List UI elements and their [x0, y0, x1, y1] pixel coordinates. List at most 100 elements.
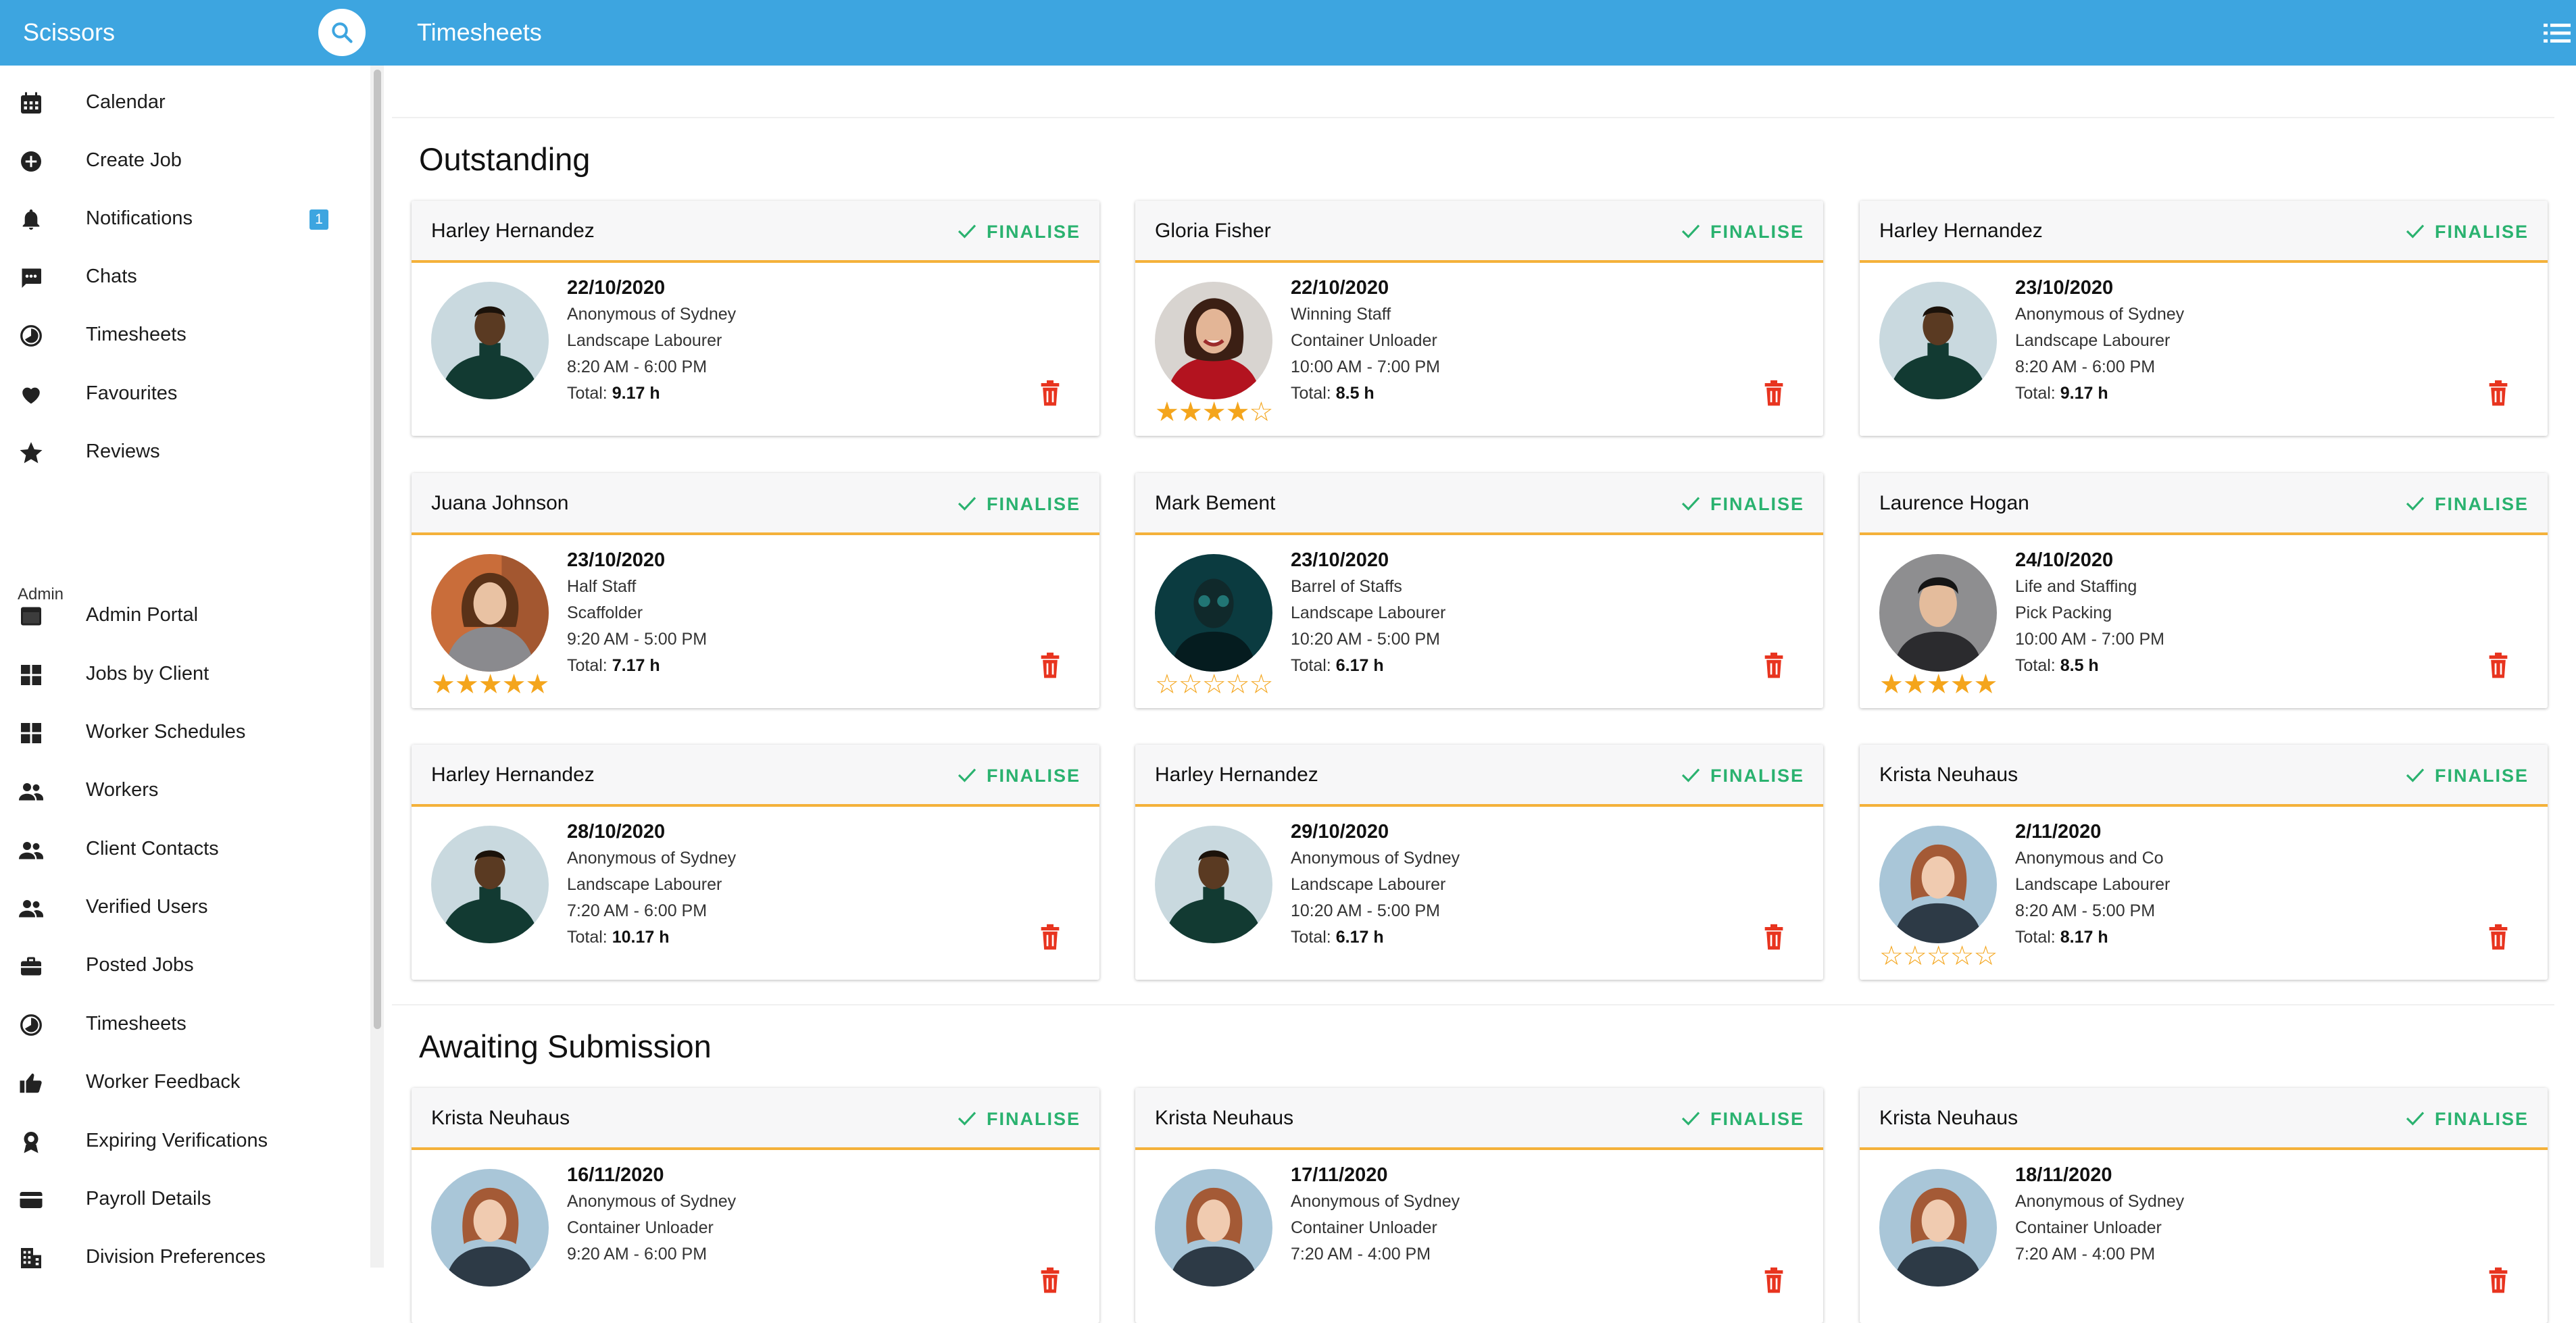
- trash-icon[interactable]: [2487, 380, 2510, 410]
- timesheet-card: Gloria Fisher FINALISE 22/10/2020 Winning S…: [1135, 201, 1823, 436]
- sidebar-item-notifications[interactable]: Notifications 1: [0, 191, 370, 245]
- worker-avatar: [1155, 1169, 1272, 1287]
- sidebar-item-worker-schedules[interactable]: Worker Schedules: [0, 705, 370, 759]
- finalise-button[interactable]: FINALISE: [1681, 216, 1805, 247]
- total-hours: Total: 8.17 h: [2015, 924, 2170, 951]
- total-label: Total:: [2015, 384, 2056, 403]
- finalise-button[interactable]: FINALISE: [957, 759, 1079, 791]
- star-filled-icon: ★: [454, 670, 479, 699]
- sidebar-item-label: Workers: [86, 779, 159, 801]
- star-empty-icon: ☆: [1155, 670, 1179, 699]
- sidebar-item-workers[interactable]: Workers: [0, 763, 370, 817]
- sidebar-item-calendar[interactable]: Calendar: [0, 75, 370, 129]
- dashboard-grid-icon: [21, 665, 41, 685]
- trash-icon[interactable]: [2487, 1267, 2510, 1297]
- shift-date: 22/10/2020: [1291, 277, 1389, 299]
- trash-icon[interactable]: [1762, 924, 1785, 954]
- finalise-button[interactable]: FINALISE: [957, 216, 1079, 247]
- rating-stars[interactable]: ☆☆☆☆☆: [1879, 941, 1998, 971]
- sidebar-item-verified-users[interactable]: Verified Users: [0, 880, 370, 934]
- total-value: 10.17 h: [612, 928, 670, 947]
- star-filled-icon: ★: [1225, 397, 1250, 427]
- sidebar-item-timesheets[interactable]: Timesheets: [0, 997, 370, 1051]
- sidebar-item-posted-jobs[interactable]: Posted Jobs: [0, 938, 370, 992]
- card-header: Mark Bement FINALISE: [1135, 473, 1823, 535]
- shift-time: 10:00 AM - 7:00 PM: [2015, 630, 2164, 649]
- card-header: Krista Neuhaus FINALISE: [1860, 1088, 2548, 1150]
- rating-stars[interactable]: ★★★★★: [431, 671, 549, 698]
- trash-icon[interactable]: [1762, 652, 1785, 682]
- sidebar-scrollbar-thumb[interactable]: [374, 70, 381, 1029]
- total-label: Total:: [567, 656, 608, 675]
- trash-icon[interactable]: [1762, 380, 1785, 410]
- finalise-button[interactable]: FINALISE: [957, 488, 1079, 519]
- job-role: Landscape Labourer: [2015, 875, 2171, 894]
- finalise-button[interactable]: FINALISE: [1681, 488, 1803, 519]
- sidebar-item-reviews[interactable]: Reviews: [0, 424, 370, 478]
- client-company: Anonymous of Sydney: [567, 1192, 737, 1211]
- trash-icon[interactable]: [1039, 924, 1062, 954]
- finalise-button[interactable]: FINALISE: [1681, 1103, 1803, 1134]
- sidebar-item-chats[interactable]: Chats: [0, 249, 370, 303]
- rating-stars[interactable]: ★★★★☆: [1155, 397, 1273, 427]
- total-value: 6.17 h: [1335, 656, 1384, 675]
- finalise-button[interactable]: FINALISE: [2405, 216, 2527, 247]
- total-hours: Total: 6.17 h: [1291, 924, 1460, 951]
- sidebar-item-label: Timesheets: [86, 1013, 187, 1034]
- total-label: Total:: [2015, 656, 2056, 675]
- sidebar: Admin Calendar Create Job Notifications 1 Ch…: [0, 66, 372, 1268]
- sidebar-item-label: Admin Portal: [86, 604, 199, 626]
- client-company: Anonymous of Sydney: [2015, 1192, 2185, 1211]
- shift-time: 7:20 AM - 4:00 PM: [1291, 1245, 1431, 1264]
- job-role: Landscape Labourer: [2015, 331, 2171, 350]
- sidebar-item-timesheets[interactable]: Timesheets: [0, 307, 370, 361]
- trash-icon[interactable]: [1039, 1267, 1062, 1297]
- worker-avatar: [431, 554, 549, 672]
- finalise-label: FINALISE: [2435, 1109, 2529, 1129]
- search-button[interactable]: [318, 9, 366, 56]
- trash-icon[interactable]: [1039, 652, 1062, 682]
- shift-date: 2/11/2020: [2015, 821, 2102, 843]
- finalise-button[interactable]: FINALISE: [2405, 488, 2527, 519]
- job-role: Container Unloader: [567, 1218, 714, 1237]
- sidebar-item-create-job[interactable]: Create Job: [0, 133, 370, 187]
- list-view-icon[interactable]: [2544, 22, 2571, 44]
- finalise-button[interactable]: FINALISE: [2405, 1103, 2527, 1134]
- finalise-button[interactable]: FINALISE: [957, 1103, 1079, 1134]
- sidebar-item-worker-feedback[interactable]: Worker Feedback: [0, 1055, 370, 1109]
- timer-icon: [20, 325, 42, 347]
- trash-icon[interactable]: [2487, 652, 2510, 682]
- client-company: Anonymous of Sydney: [567, 849, 737, 868]
- star-empty-icon: ☆: [1973, 941, 1998, 971]
- worker-avatar: [1155, 282, 1272, 399]
- sidebar-item-division-preferences[interactable]: Division Preferences: [0, 1230, 370, 1284]
- sidebar-item-client-contacts[interactable]: Client Contacts: [0, 822, 370, 876]
- finalise-label: FINALISE: [1710, 222, 1805, 242]
- page-title: Timesheets: [417, 18, 542, 46]
- trash-icon[interactable]: [2487, 924, 2510, 954]
- finalise-button[interactable]: FINALISE: [1681, 759, 1803, 791]
- total-label: Total:: [567, 928, 608, 947]
- sidebar-item-jobs-by-client[interactable]: Jobs by Client: [0, 647, 370, 701]
- finalise-label: FINALISE: [987, 494, 1081, 514]
- worker-avatar: [431, 282, 549, 399]
- job-role: Pick Packing: [2015, 603, 2112, 622]
- sidebar-item-expiring-verifications[interactable]: Expiring Verifications: [0, 1114, 370, 1168]
- card-header: Gloria Fisher FINALISE: [1135, 201, 1823, 263]
- rating-stars[interactable]: ★★★★★: [1879, 671, 1998, 698]
- check-icon: [958, 497, 976, 511]
- finalise-button[interactable]: FINALISE: [2405, 759, 2527, 791]
- job-role: Landscape Labourer: [567, 331, 722, 350]
- star-empty-icon: ☆: [1202, 670, 1227, 699]
- trash-icon[interactable]: [1762, 1267, 1785, 1297]
- sidebar-item-payroll-details[interactable]: Payroll Details: [0, 1172, 370, 1226]
- rating-stars[interactable]: ☆☆☆☆☆: [1155, 670, 1273, 699]
- total-hours: Total: 6.17 h: [1291, 653, 1445, 679]
- trash-icon[interactable]: [1039, 380, 1062, 410]
- building-icon: [21, 1248, 41, 1268]
- sidebar-item-favourites[interactable]: Favourites: [0, 366, 370, 420]
- sidebar-item-admin-portal[interactable]: Admin Portal: [0, 588, 370, 642]
- divider: [392, 1004, 2554, 1005]
- finalise-label: FINALISE: [987, 1109, 1081, 1129]
- divider: [392, 117, 2554, 118]
